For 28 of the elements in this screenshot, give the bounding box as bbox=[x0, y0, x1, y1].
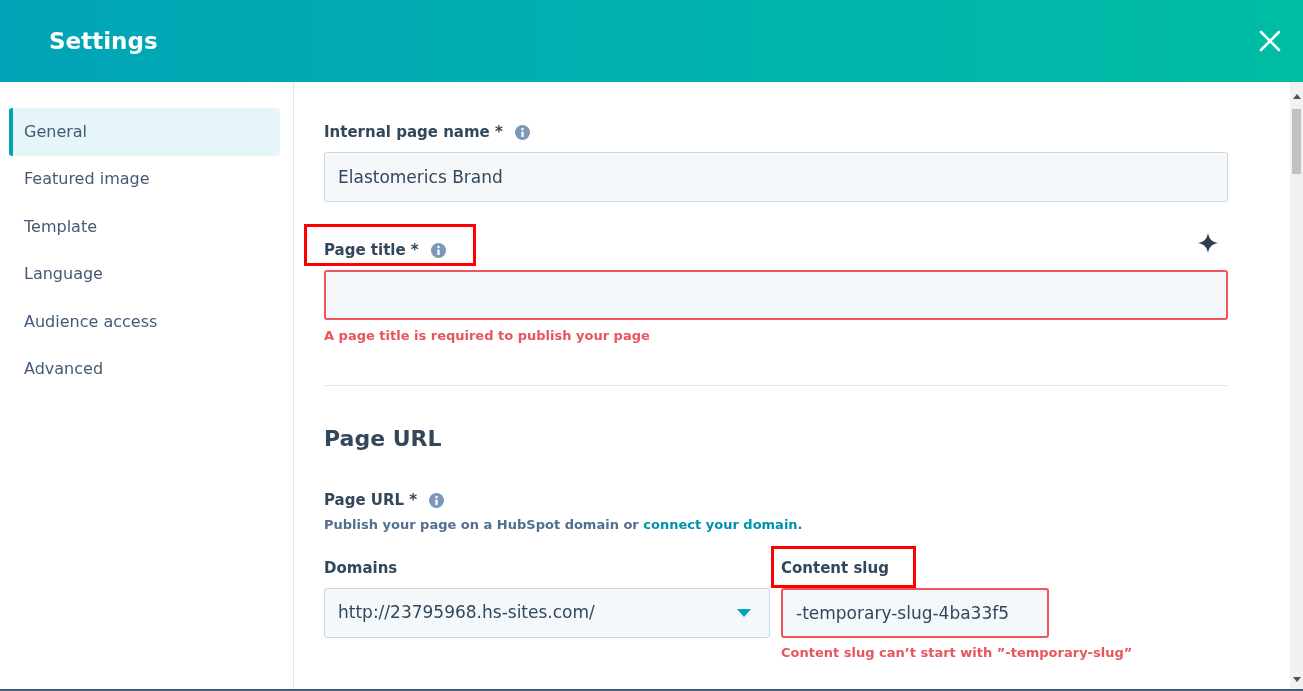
close-button[interactable] bbox=[1258, 29, 1282, 53]
field-label: Internal page name * bbox=[324, 122, 503, 142]
info-icon[interactable] bbox=[430, 242, 446, 258]
field-label: Page title * bbox=[324, 240, 419, 260]
field-label: Domains bbox=[324, 558, 398, 578]
error-message: Content slug can’t start with ”-temporary-slug” bbox=[781, 645, 1133, 661]
info-icon[interactable] bbox=[514, 124, 530, 140]
dialog-title: Settings bbox=[49, 26, 158, 56]
section-heading: Page URL bbox=[324, 425, 442, 453]
sidebar-item[interactable]: General bbox=[9, 108, 280, 156]
error-message: A page title is required to publish your page bbox=[324, 328, 650, 344]
field-description: Publish your page on a HubSpot domain or connect your domain. bbox=[324, 517, 803, 533]
scrollbar[interactable] bbox=[1290, 82, 1303, 689]
caret-down-icon bbox=[737, 609, 751, 617]
input-field[interactable]: Elastomerics Brand bbox=[324, 152, 1228, 202]
close-icon bbox=[1259, 30, 1281, 52]
scrollbar-thumb[interactable] bbox=[1292, 109, 1301, 174]
domain-select[interactable]: http://23795968.hs-sites.com/ bbox=[324, 588, 770, 638]
sparkle-icon bbox=[1198, 233, 1218, 253]
scroll-up-icon[interactable] bbox=[1292, 94, 1301, 99]
info-icon[interactable] bbox=[429, 492, 445, 508]
input-field[interactable]: -temporary-slug-4ba33f5 bbox=[781, 588, 1049, 638]
input-field[interactable] bbox=[324, 270, 1228, 320]
field-label: Page URL * bbox=[324, 490, 418, 510]
field-label: Content slug bbox=[781, 558, 889, 578]
ai-generate-button[interactable] bbox=[1198, 233, 1218, 253]
scroll-down-icon[interactable] bbox=[1292, 677, 1301, 682]
connect-domain-link[interactable]: connect your domain. bbox=[643, 517, 803, 532]
